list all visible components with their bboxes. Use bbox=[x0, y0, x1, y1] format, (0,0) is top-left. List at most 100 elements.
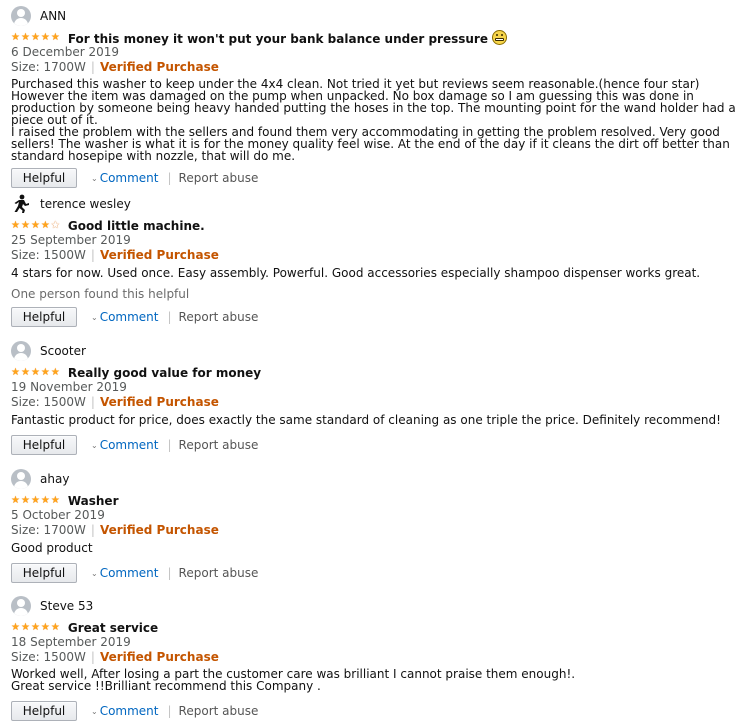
review-date: 6 December 2019 bbox=[11, 45, 120, 59]
review-title[interactable]: Washer bbox=[68, 494, 119, 508]
review-meta: Size: 1500W | Verified Purchase bbox=[11, 248, 741, 263]
star-filled-icon: ★ bbox=[40, 32, 50, 43]
review-card: terence wesley ★ ★ ★ ★ ★ Good little machine… bbox=[11, 193, 741, 327]
star-filled-icon: ★ bbox=[30, 220, 40, 231]
reviewer-name[interactable]: ANN bbox=[40, 9, 66, 23]
helpful-button[interactable]: Helpful bbox=[11, 435, 77, 455]
chevron-down-icon: ⌄ bbox=[91, 312, 98, 322]
star-rating: ★ ★ ★ ★ ★ bbox=[11, 221, 60, 231]
review-paragraph: Good product bbox=[11, 541, 93, 555]
default-avatar-icon bbox=[11, 469, 31, 489]
review-title[interactable]: For this money it won't put your bank ba… bbox=[68, 30, 507, 46]
star-filled-icon: ★ bbox=[40, 367, 50, 378]
star-filled-icon: ★ bbox=[50, 495, 60, 506]
star-rating: ★ ★ ★ ★ ★ bbox=[11, 496, 60, 506]
divider: | bbox=[90, 248, 95, 262]
review-meta: Size: 1500W | Verified Purchase bbox=[11, 395, 741, 410]
comment-link[interactable]: ⌄ Comment bbox=[91, 438, 159, 452]
review-date: 5 October 2019 bbox=[11, 508, 105, 522]
grimace-emoji-icon bbox=[491, 30, 507, 45]
report-abuse-link[interactable]: Report abuse bbox=[179, 310, 259, 324]
star-filled-icon: ★ bbox=[20, 32, 30, 43]
star-filled-icon: ★ bbox=[20, 367, 30, 378]
report-abuse-link[interactable]: Report abuse bbox=[179, 438, 259, 452]
default-avatar-icon bbox=[11, 596, 31, 616]
review-card: ahay ★ ★ ★ ★ ★ Washer 5 October 2019 Size: 1… bbox=[11, 468, 741, 583]
divider: | bbox=[90, 60, 95, 74]
review-paragraph: Fantastic product for price, does exactl… bbox=[11, 413, 721, 427]
star-filled-icon: ★ bbox=[20, 220, 30, 231]
divider: | bbox=[167, 438, 172, 452]
reviewer-profile[interactable]: Steve 53 bbox=[11, 595, 741, 617]
star-rating: ★ ★ ★ ★ ★ bbox=[11, 368, 60, 378]
review-body: Worked well, After losing a part the cus… bbox=[11, 668, 741, 692]
star-filled-icon: ★ bbox=[11, 220, 20, 231]
comment-link[interactable]: ⌄ Comment bbox=[91, 310, 159, 324]
review-title[interactable]: Great service bbox=[68, 621, 158, 635]
review-card: Steve 53 ★ ★ ★ ★ ★ Great service 18 Septembe… bbox=[11, 595, 741, 721]
review-paragraph: I raised the problem with the sellers an… bbox=[11, 125, 730, 163]
helpful-button[interactable]: Helpful bbox=[11, 307, 77, 327]
star-filled-icon: ★ bbox=[40, 622, 50, 633]
reviewer-profile[interactable]: Scooter bbox=[11, 340, 741, 362]
size-variant[interactable]: Size: 1500W bbox=[11, 395, 86, 409]
review-card: Scooter ★ ★ ★ ★ ★ Really good value for mone… bbox=[11, 340, 741, 455]
star-filled-icon: ★ bbox=[50, 32, 60, 43]
review-paragraph: Great service !!Brilliant recommend this… bbox=[11, 679, 321, 693]
star-filled-icon: ★ bbox=[11, 367, 20, 378]
star-filled-icon: ★ bbox=[20, 495, 30, 506]
review-paragraph: Purchased this washer to keep under the … bbox=[11, 77, 736, 127]
review-body: Fantastic product for price, does exactl… bbox=[11, 414, 741, 426]
star-filled-icon: ★ bbox=[30, 622, 40, 633]
runner-avatar-icon bbox=[11, 194, 31, 214]
review-meta: Size: 1500W | Verified Purchase bbox=[11, 650, 741, 665]
star-filled-icon: ★ bbox=[30, 495, 40, 506]
report-abuse-link[interactable]: Report abuse bbox=[179, 704, 259, 718]
divider: | bbox=[167, 310, 172, 324]
star-filled-icon: ★ bbox=[50, 367, 60, 378]
comment-link[interactable]: ⌄ Comment bbox=[91, 566, 159, 580]
review-body: Purchased this washer to keep under the … bbox=[11, 78, 741, 162]
helpful-button[interactable]: Helpful bbox=[11, 701, 77, 721]
verified-purchase-badge: Verified Purchase bbox=[99, 248, 219, 262]
chevron-down-icon: ⌄ bbox=[91, 706, 98, 716]
helpful-button[interactable]: Helpful bbox=[11, 168, 77, 188]
report-abuse-link[interactable]: Report abuse bbox=[179, 171, 259, 185]
star-filled-icon: ★ bbox=[30, 32, 40, 43]
review-date: 18 September 2019 bbox=[11, 635, 131, 649]
size-variant[interactable]: Size: 1500W bbox=[11, 248, 86, 262]
star-rating: ★ ★ ★ ★ ★ bbox=[11, 623, 60, 633]
review-date: 25 September 2019 bbox=[11, 233, 131, 247]
default-avatar-icon bbox=[11, 341, 31, 361]
reviewer-name[interactable]: Steve 53 bbox=[40, 599, 93, 613]
helpful-button[interactable]: Helpful bbox=[11, 563, 77, 583]
review-body: Good product bbox=[11, 542, 741, 554]
reviewer-name[interactable]: ahay bbox=[40, 472, 69, 486]
reviewer-profile[interactable]: terence wesley bbox=[11, 193, 741, 215]
report-abuse-link[interactable]: Report abuse bbox=[179, 566, 259, 580]
reviewer-profile[interactable]: ANN bbox=[11, 5, 741, 27]
comment-link[interactable]: ⌄ Comment bbox=[91, 171, 159, 185]
found-helpful-count: One person found this helpful bbox=[11, 287, 190, 301]
star-filled-icon: ★ bbox=[11, 495, 20, 506]
size-variant[interactable]: Size: 1700W bbox=[11, 523, 86, 537]
size-variant[interactable]: Size: 1500W bbox=[11, 650, 86, 664]
reviewer-name[interactable]: terence wesley bbox=[40, 197, 131, 211]
review-title[interactable]: Good little machine. bbox=[68, 219, 205, 233]
size-variant[interactable]: Size: 1700W bbox=[11, 60, 86, 74]
divider: | bbox=[90, 395, 95, 409]
review-card: ANN ★ ★ ★ ★ ★ For this money it won't put yo… bbox=[11, 5, 741, 188]
verified-purchase-badge: Verified Purchase bbox=[99, 395, 219, 409]
divider: | bbox=[90, 650, 95, 664]
review-body: 4 stars for now. Used once. Easy assembl… bbox=[11, 267, 741, 279]
comment-link[interactable]: ⌄ Comment bbox=[91, 704, 159, 718]
divider: | bbox=[167, 171, 172, 185]
star-filled-icon: ★ bbox=[20, 622, 30, 633]
default-avatar-icon bbox=[11, 6, 31, 26]
review-title[interactable]: Really good value for money bbox=[68, 366, 261, 380]
reviewer-name[interactable]: Scooter bbox=[40, 344, 86, 358]
reviewer-profile[interactable]: ahay bbox=[11, 468, 741, 490]
divider: | bbox=[167, 704, 172, 718]
verified-purchase-badge: Verified Purchase bbox=[99, 650, 219, 664]
chevron-down-icon: ⌄ bbox=[91, 568, 98, 578]
